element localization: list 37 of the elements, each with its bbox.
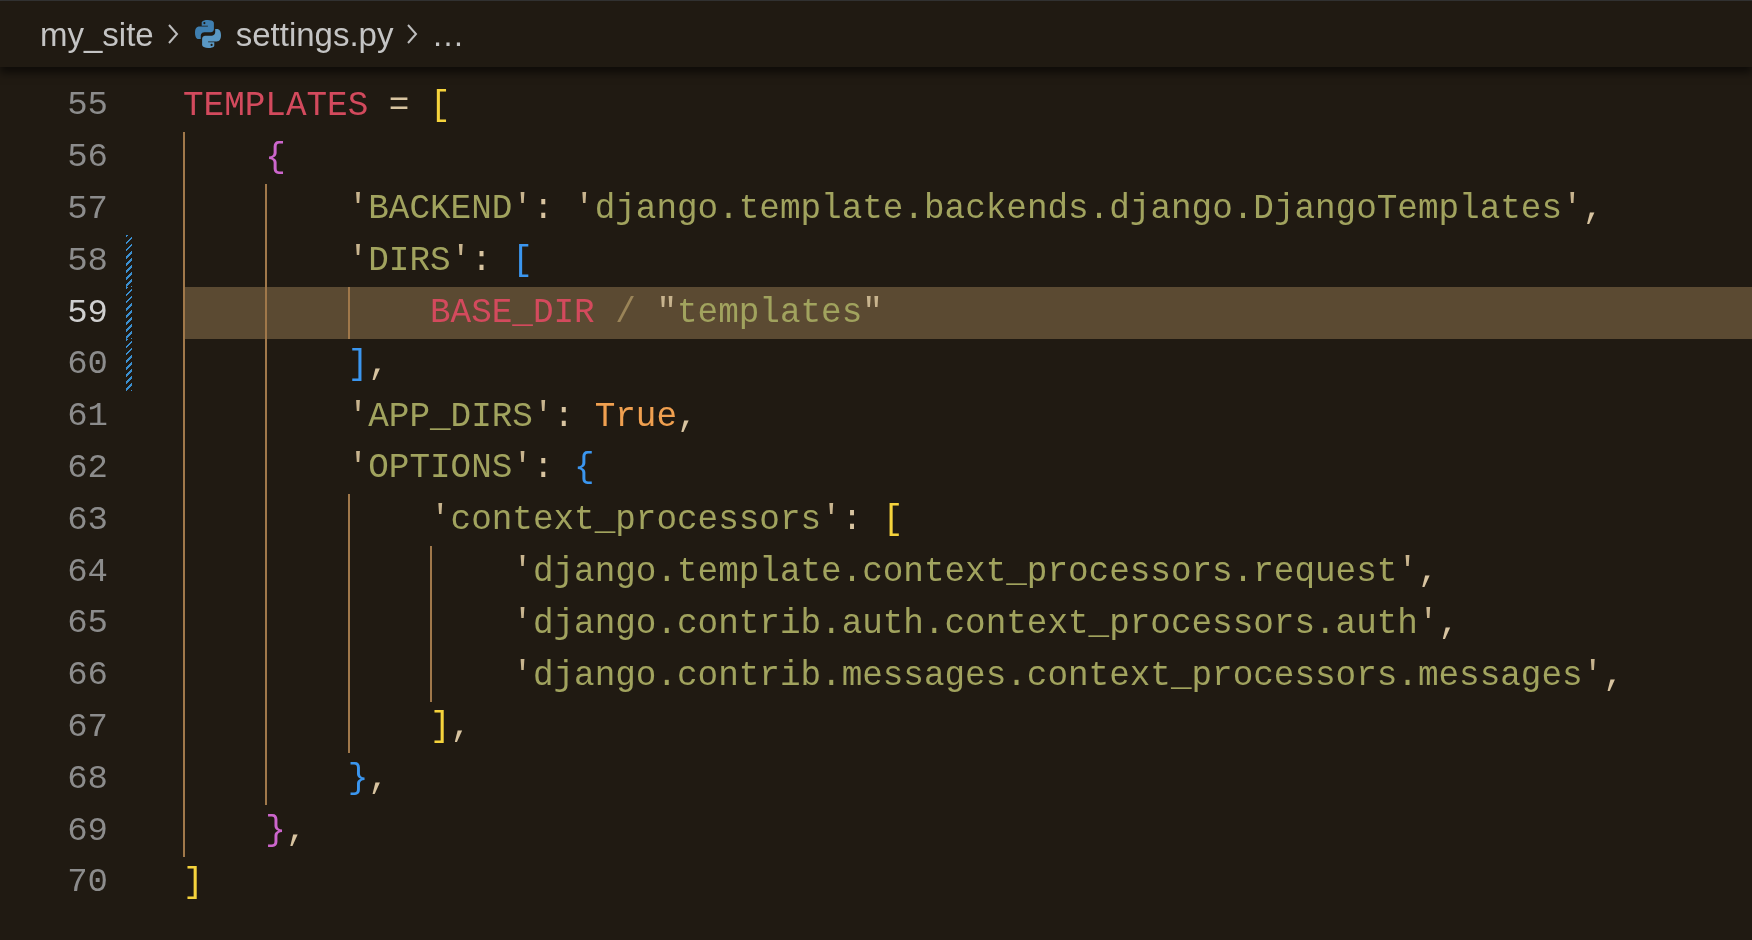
code-line: 'OPTIONS': { (346, 451, 595, 486)
code-line: 'context_processors': [ (429, 503, 904, 538)
chevron-right-icon (165, 22, 180, 46)
code-line: 'django.contrib.messages.context_processors.messages', (511, 658, 1624, 693)
code-line: 'django.contrib.auth.context_processors.auth', (511, 606, 1460, 641)
line-number: 62 (66, 447, 108, 489)
code-line: ], (346, 347, 389, 383)
breadcrumb-item[interactable]: my_site (40, 17, 154, 51)
breadcrumb-item[interactable]: settings.py (235, 17, 394, 51)
code-line: { (264, 140, 286, 175)
code-line: 'APP_DIRS': True, (346, 399, 698, 434)
line-number: 70 (66, 862, 108, 904)
code-line: }, (346, 762, 389, 797)
line-number: 57 (66, 189, 108, 230)
line-number: 60 (66, 344, 108, 386)
code-line: 'DIRS': [ (346, 244, 533, 279)
code-line: 'django.template.context_processors.request', (511, 554, 1439, 590)
more-crumb[interactable]: … (431, 17, 465, 51)
line-number: 69 (66, 810, 108, 852)
line-number: 56 (66, 137, 108, 179)
line-number: 66 (66, 655, 108, 697)
code-line: BASE_DIR / "templates" (428, 295, 883, 331)
line-number: 64 (66, 551, 108, 593)
line-number: 68 (66, 758, 108, 800)
line-number: 59 (66, 292, 108, 334)
line-number: 65 (66, 603, 108, 645)
code-line: }, (264, 813, 307, 849)
chevron-right-icon (405, 22, 420, 46)
line-number: 58 (66, 240, 108, 282)
line-number: 61 (66, 396, 108, 438)
line-number: 55 (66, 85, 108, 127)
line-number: 67 (66, 706, 108, 748)
code-line: TEMPLATES = [ (183, 88, 451, 124)
code-line: ], (428, 710, 472, 745)
code-line: ] (183, 865, 204, 900)
line-number: 63 (66, 499, 108, 541)
code-line: 'BACKEND': 'django.template.backends.django.DjangoTemplates', (346, 192, 1604, 227)
